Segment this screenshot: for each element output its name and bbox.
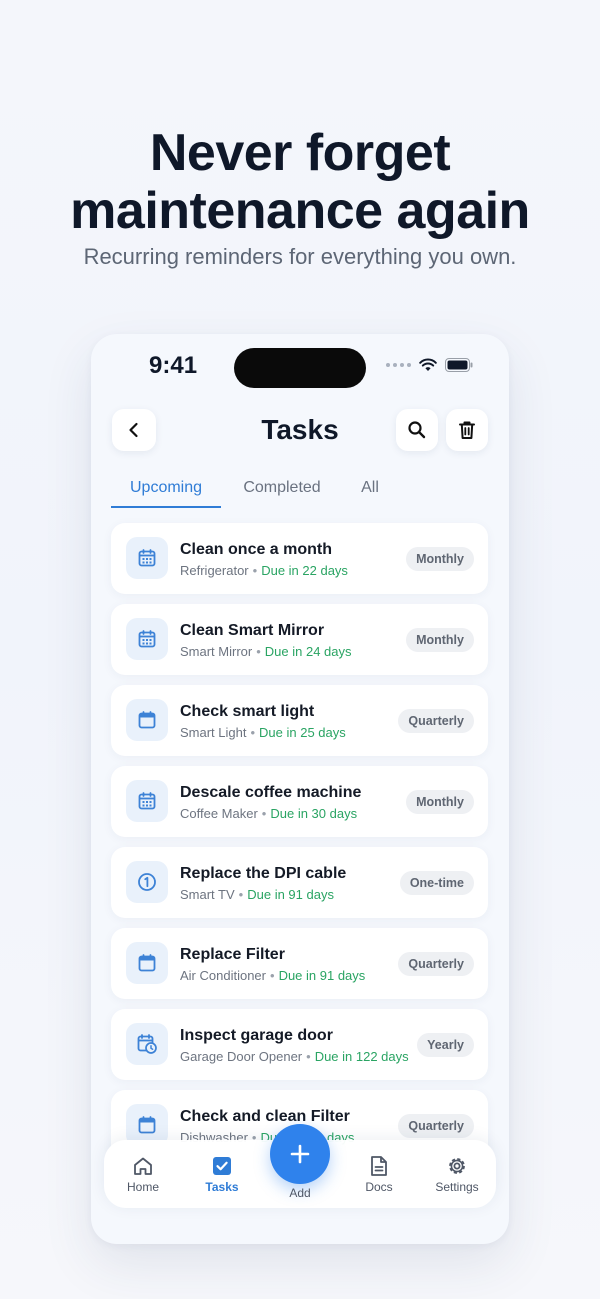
filter-tabs: Upcoming Completed All xyxy=(111,478,397,508)
task-icon-tile xyxy=(126,942,168,984)
tab-docs[interactable]: Docs xyxy=(344,1154,414,1194)
task-card[interactable]: Descale coffee machine Coffee Maker • Due … xyxy=(111,766,488,837)
task-due: Due in 22 days xyxy=(261,563,348,578)
tab-tasks[interactable]: Tasks xyxy=(187,1154,257,1194)
tab-settings[interactable]: Settings xyxy=(422,1154,492,1194)
subheadline: Recurring reminders for everything you o… xyxy=(83,244,517,269)
calendar-icon xyxy=(138,711,156,729)
task-card[interactable]: Check smart light Smart Light • Due in 25 … xyxy=(111,685,488,756)
gear-icon xyxy=(449,1158,465,1174)
task-item: Smart Light xyxy=(180,725,247,740)
task-icon-tile xyxy=(126,699,168,741)
task-icon-tile xyxy=(126,1023,168,1065)
signal-icon xyxy=(386,363,411,367)
frequency-badge: Quarterly xyxy=(398,709,474,733)
headline-line-2: maintenance again xyxy=(70,182,530,240)
task-title: Clean once a month xyxy=(180,541,333,558)
task-icon-tile xyxy=(126,618,168,660)
task-icon-tile xyxy=(126,537,168,579)
task-card[interactable]: Replace the DPI cable Smart TV • Due in 91… xyxy=(111,847,488,918)
task-subtitle: Coffee Maker • Due in 30 days xyxy=(180,806,358,821)
frequency-badge: Yearly xyxy=(417,1033,474,1057)
task-due: Due in 30 days xyxy=(270,806,358,821)
task-item: Air Conditioner xyxy=(180,968,266,983)
task-title: Check smart light xyxy=(180,703,315,720)
task-item: Garage Door Opener xyxy=(180,1049,303,1064)
task-card[interactable]: Clean Smart Mirror Smart Mirror • Due in 2… xyxy=(111,604,488,675)
task-due: Due in 25 days xyxy=(259,725,346,740)
headline-line-1: Never forget xyxy=(149,124,451,182)
task-subtitle: Refrigerator • Due in 22 days xyxy=(180,563,348,578)
frequency-badge: One-time xyxy=(399,871,474,895)
phone-screen: 9:41 Tasks Upcoming Completed All Clean … xyxy=(91,334,509,1244)
status-time: 9:41 xyxy=(149,352,198,379)
tab-all[interactable]: All xyxy=(343,478,397,508)
task-title: Clean Smart Mirror xyxy=(180,622,325,639)
tab-home-label: Home xyxy=(126,1180,159,1194)
headline: Never forget maintenance again xyxy=(0,124,600,240)
task-due: Due in 91 days xyxy=(278,968,366,983)
add-button[interactable] xyxy=(270,1124,330,1184)
one-time-icon xyxy=(138,873,156,891)
wifi-icon xyxy=(419,358,437,371)
task-title: Inspect garage door xyxy=(180,1027,333,1044)
delete-button[interactable] xyxy=(446,409,488,451)
calendar-icon xyxy=(138,1116,156,1134)
frequency-badge: Monthly xyxy=(406,628,474,652)
task-title: Replace the DPI cable xyxy=(180,865,347,882)
task-item: Coffee Maker xyxy=(180,806,258,821)
task-icon-tile xyxy=(126,861,168,903)
tab-docs-label: Docs xyxy=(365,1180,393,1194)
checkbox-icon xyxy=(213,1157,231,1175)
task-due: Due in 122 days xyxy=(314,1049,409,1064)
tab-completed[interactable]: Completed xyxy=(221,478,343,508)
calendar-icon xyxy=(138,630,156,648)
calendar-icon xyxy=(138,549,156,567)
add-label: Add xyxy=(289,1186,311,1200)
home-icon xyxy=(134,1157,152,1175)
task-title: Descale coffee machine xyxy=(180,784,362,801)
status-icons xyxy=(386,358,473,372)
task-item: Refrigerator xyxy=(180,563,249,578)
task-subtitle: Smart Light • Due in 25 days xyxy=(180,725,346,740)
task-icon-tile xyxy=(126,780,168,822)
task-card[interactable]: Inspect garage door Garage Door Opener • D… xyxy=(111,1009,488,1080)
task-card[interactable]: Replace Filter Air Conditioner • Due in 91… xyxy=(111,928,488,999)
task-card[interactable]: Clean once a month Refrigerator • Due in 2… xyxy=(111,523,488,594)
task-due: Due in 24 days xyxy=(264,644,352,659)
task-due: Due in 91 days xyxy=(247,887,334,902)
tab-settings-label: Settings xyxy=(435,1180,479,1194)
tab-upcoming[interactable]: Upcoming xyxy=(111,478,221,508)
task-item: Smart Mirror xyxy=(180,644,253,659)
frequency-badge: Quarterly xyxy=(398,952,474,976)
task-subtitle: Smart TV • Due in 91 days xyxy=(180,887,334,902)
tab-home[interactable]: Home xyxy=(108,1154,178,1194)
task-item: Smart TV xyxy=(180,887,235,902)
task-list: Clean once a month Refrigerator • Due in 2… xyxy=(111,523,488,1171)
calendar-icon xyxy=(138,792,156,810)
plus-icon xyxy=(290,1144,310,1164)
task-subtitle: Smart Mirror • Due in 24 days xyxy=(180,644,352,659)
task-title: Check and clean Filter xyxy=(180,1108,350,1125)
tab-tasks-label: Tasks xyxy=(205,1180,239,1194)
document-icon xyxy=(371,1156,387,1176)
calendar-icon xyxy=(138,954,156,972)
task-subtitle: Air Conditioner • Due in 91 days xyxy=(180,968,366,983)
frequency-badge: Monthly xyxy=(406,790,474,814)
calendar-clock-icon xyxy=(137,1034,157,1054)
search-icon xyxy=(408,421,426,439)
trash-icon xyxy=(459,421,475,439)
frequency-badge: Quarterly xyxy=(398,1114,474,1138)
battery-icon xyxy=(445,358,473,372)
frequency-badge: Monthly xyxy=(406,547,474,571)
task-title: Replace Filter xyxy=(180,946,285,963)
dynamic-island xyxy=(234,348,366,388)
task-subtitle: Garage Door Opener • Due in 122 days xyxy=(180,1049,409,1064)
search-button[interactable] xyxy=(396,409,438,451)
